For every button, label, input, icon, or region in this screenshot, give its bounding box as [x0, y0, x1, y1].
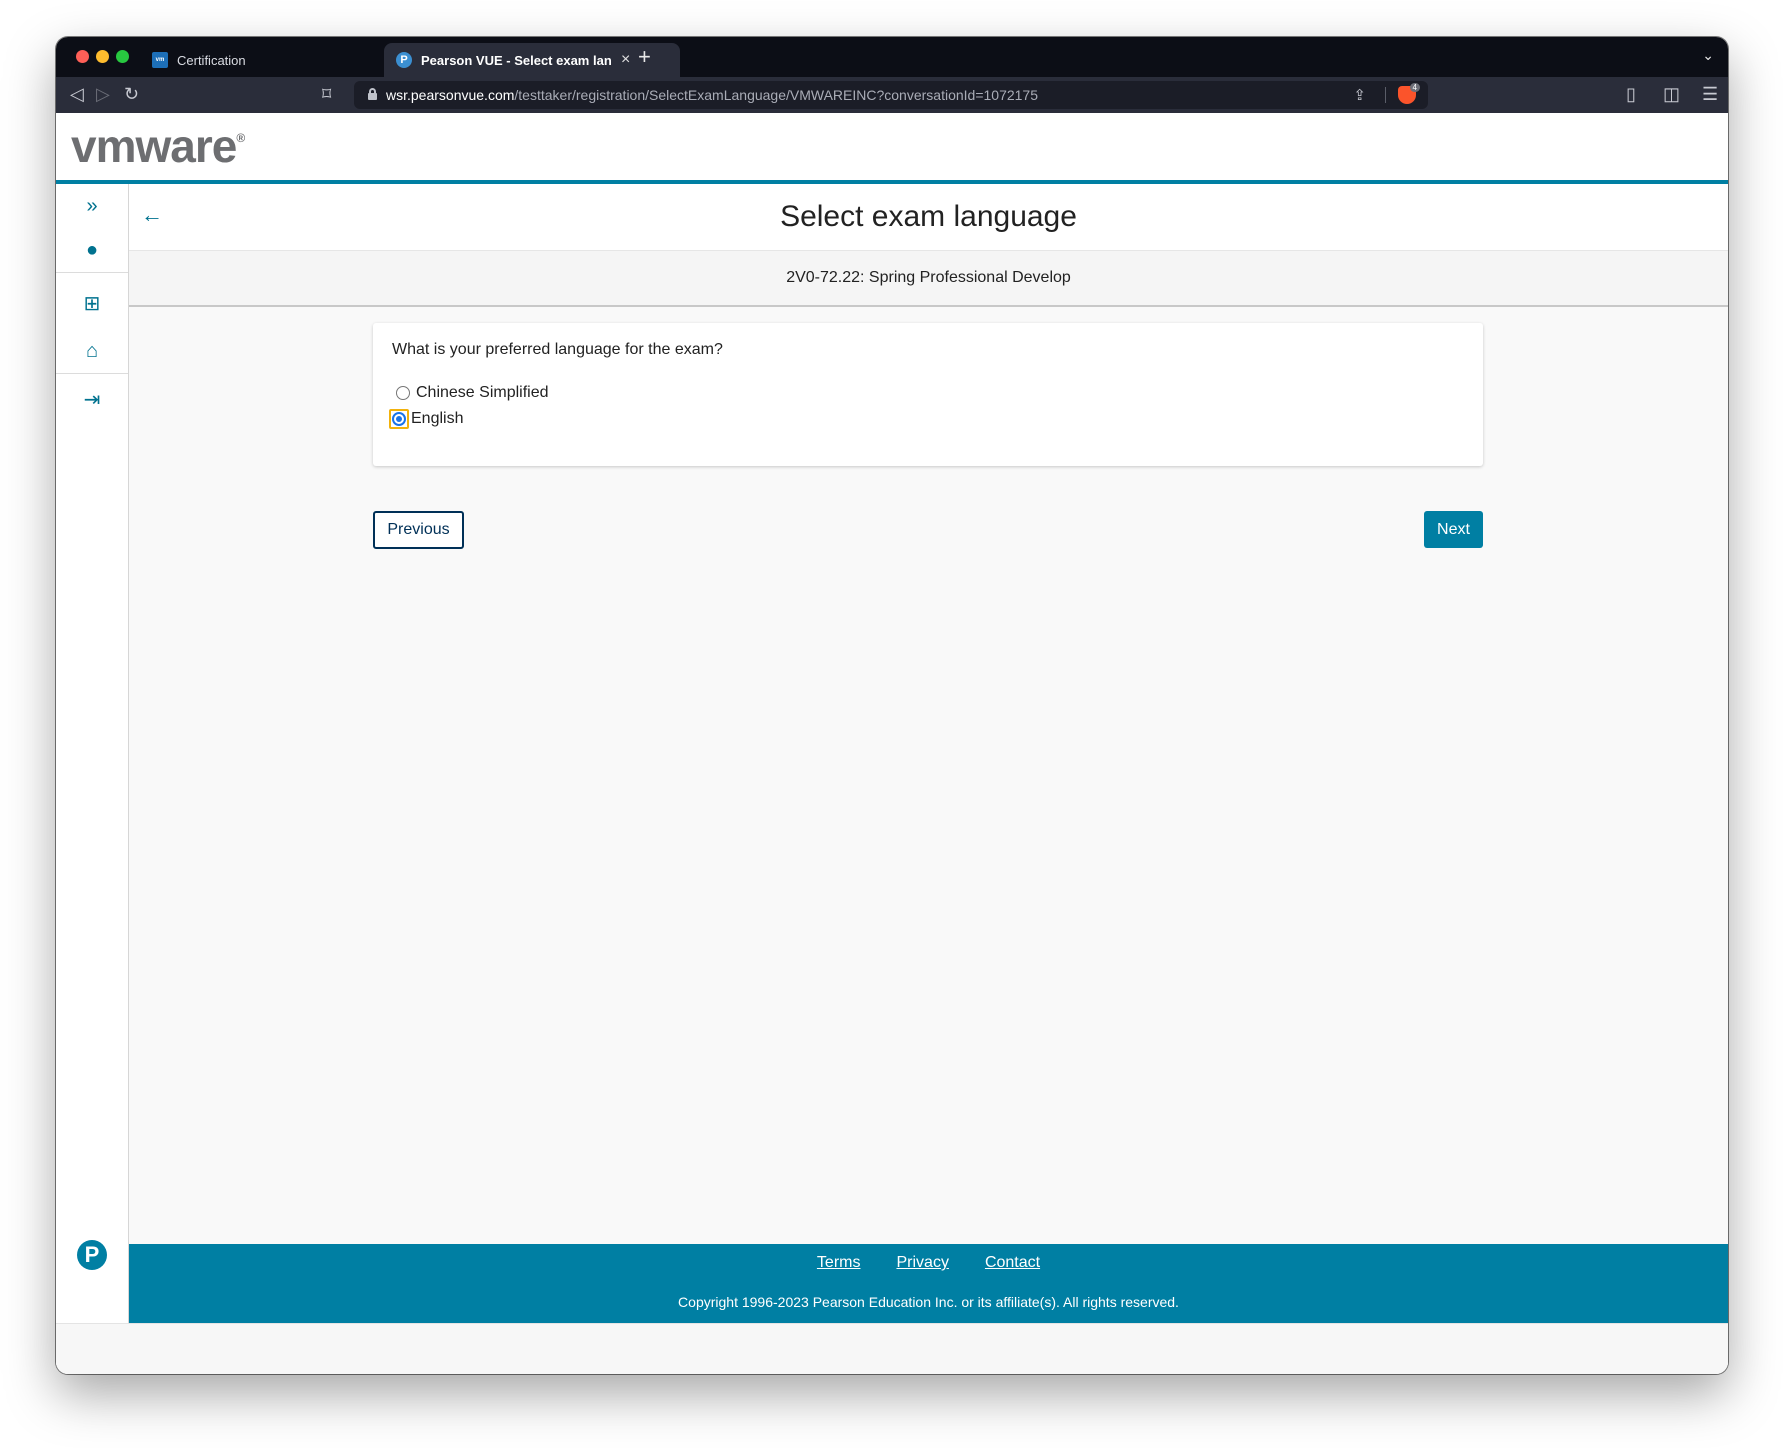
terms-link[interactable]: Terms	[817, 1254, 861, 1272]
side-navigation: » ● ⊞ ⌂ ⇥ P	[56, 184, 129, 1334]
pearson-favicon-icon: P	[396, 52, 412, 68]
site-header: vmware®	[56, 113, 1728, 184]
expand-sidebar-button[interactable]: »	[56, 184, 128, 228]
back-icon[interactable]: ◁	[70, 84, 84, 104]
main-content: ← Select exam language 2V0-72.22: Spring…	[129, 184, 1728, 1244]
new-tab-button[interactable]: +	[638, 44, 651, 70]
page-title: Select exam language	[780, 200, 1077, 233]
vmware-favicon-icon: vm	[152, 52, 168, 68]
contact-link[interactable]: Contact	[985, 1254, 1040, 1272]
sign-out-button[interactable]: ⇥	[56, 378, 128, 422]
lock-icon	[368, 88, 377, 100]
tab-list-chevron-icon[interactable]: ⌄	[1702, 47, 1714, 64]
tab-title: Pearson VUE - Select exam language	[421, 52, 611, 68]
browser-toolbar: ◁ ▷ ↻ ⌑ wsr.pearsonvue.com/testtaker/reg…	[56, 77, 1728, 113]
bookmark-icon[interactable]: ⌑	[322, 84, 331, 104]
url-text: wsr.pearsonvue.com/testtaker/registratio…	[386, 87, 1038, 103]
title-bar: ← Select exam language	[129, 184, 1728, 251]
sign-out-icon: ⇥	[83, 389, 101, 411]
user-circle-icon: ●	[85, 239, 99, 261]
language-card: What is your preferred language for the …	[373, 323, 1483, 466]
language-question: What is your preferred language for the …	[392, 341, 723, 358]
focus-ring	[389, 409, 409, 429]
double-chevron-right-icon: »	[86, 195, 98, 217]
next-button[interactable]: Next	[1424, 511, 1483, 548]
zoom-window-button[interactable]	[116, 50, 129, 63]
address-bar-divider	[1385, 87, 1386, 103]
browser-window: vm Certification P Pearson VUE - Select …	[56, 37, 1728, 1374]
url-path: /testtaker/registration/SelectExamLangua…	[514, 87, 1039, 103]
home-button[interactable]: ⌂	[56, 329, 128, 373]
exam-name: 2V0-72.22: Spring Professional Develop	[786, 269, 1071, 286]
previous-button[interactable]: Previous	[373, 511, 464, 549]
wallet-icon[interactable]: ◫	[1663, 84, 1680, 104]
tab-strip: vm Certification P Pearson VUE - Select …	[56, 37, 1728, 77]
radio-chinese-simplified[interactable]	[396, 386, 410, 400]
close-tab-icon[interactable]: ×	[621, 51, 630, 69]
tab-title: Certification	[177, 52, 246, 68]
pearson-p-icon: P	[84, 1242, 100, 1267]
url-host: wsr.pearsonvue.com	[386, 87, 515, 103]
share-icon[interactable]: ⇪	[1353, 86, 1366, 104]
home-icon: ⌂	[85, 340, 99, 362]
option-label: English	[411, 410, 464, 427]
option-label: Chinese Simplified	[416, 384, 549, 401]
sidebar-toggle-icon[interactable]: ▯	[1626, 84, 1636, 104]
address-bar[interactable]: wsr.pearsonvue.com/testtaker/registratio…	[354, 81, 1428, 109]
sidebar-divider	[56, 373, 128, 374]
menu-icon[interactable]: ☰	[1702, 84, 1718, 104]
option-chinese-simplified[interactable]: Chinese Simplified	[392, 381, 549, 405]
shield-count-badge: 4	[1409, 83, 1420, 92]
copyright-text: Copyright 1996-2023 Pearson Education In…	[678, 1294, 1179, 1310]
privacy-link[interactable]: Privacy	[896, 1254, 948, 1272]
page-bottom	[56, 1323, 1728, 1374]
close-window-button[interactable]	[76, 50, 89, 63]
reload-icon[interactable]: ↻	[124, 84, 139, 104]
profile-button[interactable]: ●	[56, 228, 128, 272]
web-page: vmware® » ● ⊞ ⌂ ⇥ P ← Select exam langua…	[56, 113, 1728, 1374]
site-footer: Terms Privacy Contact Copyright 1996-202…	[129, 1244, 1728, 1323]
option-english[interactable]: English	[389, 407, 463, 431]
sitemap-icon: ⊞	[83, 293, 101, 315]
registered-mark: ®	[236, 130, 245, 145]
tab-pearson-vue[interactable]: P Pearson VUE - Select exam language ×	[384, 43, 680, 77]
radio-english[interactable]	[392, 412, 406, 426]
exam-bar: 2V0-72.22: Spring Professional Develop	[129, 251, 1728, 307]
forward-icon[interactable]: ▷	[96, 84, 110, 104]
pearson-logo: P	[77, 1240, 107, 1270]
sitemap-button[interactable]: ⊞	[56, 282, 128, 326]
vmware-logo[interactable]: vmware®	[71, 119, 245, 173]
footer-links: Terms Privacy Contact	[129, 1254, 1728, 1272]
logo-text: vmware	[71, 120, 237, 172]
sidebar-divider	[56, 272, 128, 273]
minimize-window-button[interactable]	[96, 50, 109, 63]
